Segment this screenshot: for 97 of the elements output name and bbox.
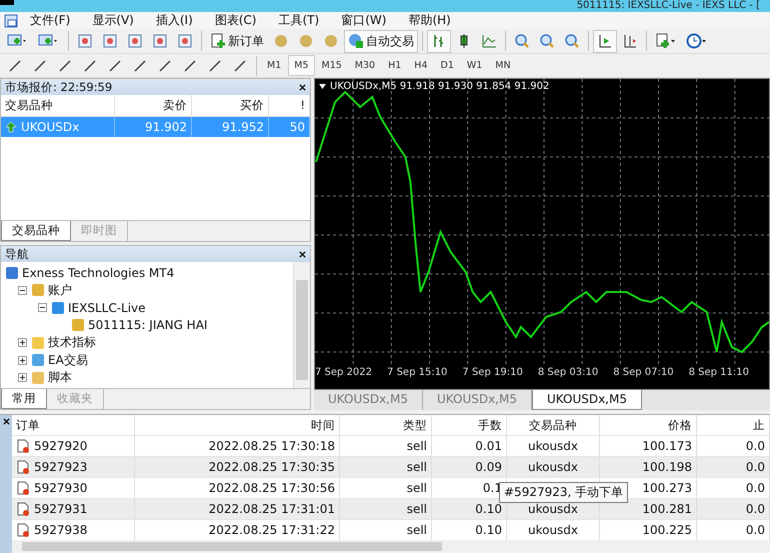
- bar-chart-icon[interactable]: [427, 30, 451, 53]
- autoscroll-icon[interactable]: [593, 30, 617, 53]
- table-cell: 2022.08.25 17:31:01: [135, 499, 340, 519]
- indicators-icon: [31, 336, 45, 350]
- chart-header: UKOUSDx,M5 91.918 91.930 91.854 91.902: [330, 81, 550, 92]
- timeframe-button[interactable]: M15: [316, 55, 348, 76]
- new-order-button[interactable]: 新订单: [206, 30, 268, 53]
- tree-item[interactable]: 账户: [48, 282, 72, 299]
- accounts-icon: [31, 283, 45, 298]
- menu-item[interactable]: 显示(V): [82, 12, 144, 30]
- spread-value: 50: [269, 117, 310, 137]
- time-label: 7 Sep 2022: [315, 367, 372, 380]
- timeframe-button[interactable]: M5: [288, 55, 314, 76]
- menu-item[interactable]: 图表(C): [204, 12, 266, 30]
- column-header[interactable]: 交易品种: [1, 95, 115, 116]
- tree-item[interactable]: EA交易: [48, 352, 88, 369]
- column-header[interactable]: 手数: [432, 415, 507, 436]
- time-label: 8 Sep 03:10: [538, 367, 598, 380]
- timeframe-button[interactable]: D1: [434, 55, 460, 76]
- table-cell: 5927930: [34, 481, 88, 495]
- collapse-icon[interactable]: [38, 303, 47, 312]
- table-cell: 5927938: [34, 523, 88, 537]
- table-cell: 2022.08.25 17:30:35: [135, 457, 340, 477]
- table-cell: ukousdx: [507, 457, 600, 477]
- tooltip: #5927923, 手动下单: [499, 482, 628, 503]
- order-icon: [16, 460, 30, 474]
- chart-tab[interactable]: UKOUSDx,M5: [314, 390, 423, 410]
- expand-icon[interactable]: [18, 338, 27, 348]
- time-label: 8 Sep 07:10: [613, 367, 674, 380]
- new-order-icon: [210, 33, 226, 50]
- column-header[interactable]: 订单: [12, 415, 135, 436]
- time-label: 7 Sep 15:10: [387, 367, 448, 380]
- table-cell: 0.0: [697, 457, 770, 477]
- column-header[interactable]: 交易品种: [507, 415, 600, 436]
- column-header[interactable]: 止: [697, 415, 770, 436]
- timeframe-button[interactable]: H4: [408, 55, 434, 76]
- menu-item[interactable]: 工具(T): [268, 12, 330, 30]
- close-icon[interactable]: [299, 250, 306, 258]
- tree-item[interactable]: 5011115: JIANG HAI: [88, 318, 208, 332]
- panel-title: 市场报价: 22:59:59: [5, 80, 112, 94]
- column-header[interactable]: 卖价: [115, 95, 192, 116]
- experts-icon: [31, 353, 45, 368]
- tree-item[interactable]: 技术指标: [48, 334, 96, 352]
- ask-price: 91.952: [192, 117, 269, 137]
- order-icon: [16, 481, 30, 495]
- menu-item[interactable]: 插入(I): [146, 12, 203, 30]
- tree-item[interactable]: IEXSLLC-Live: [68, 300, 146, 315]
- order-icon: [16, 439, 30, 453]
- time-label: 7 Sep 19:10: [462, 367, 523, 380]
- dropdown-icon[interactable]: [319, 84, 326, 89]
- table-cell: sell: [340, 457, 432, 477]
- column-header[interactable]: 买价: [192, 95, 269, 116]
- menu-item[interactable]: 文件(F): [20, 12, 80, 30]
- scrollbar[interactable]: [12, 540, 770, 553]
- window-title: 5011115: IEXSLLC-Live - IEXS LLC - [: [576, 0, 761, 12]
- panel-tab[interactable]: 常用: [1, 389, 47, 409]
- user-icon: [71, 318, 85, 332]
- column-header[interactable]: 时间: [135, 415, 340, 436]
- order-icon: [16, 523, 30, 537]
- chart-tab[interactable]: UKOUSDx,M5: [532, 390, 642, 410]
- table-cell: 100.198: [600, 457, 697, 477]
- timeframe-button[interactable]: H1: [382, 55, 408, 76]
- close-icon[interactable]: [299, 84, 306, 90]
- timeframe-button[interactable]: M1: [261, 55, 288, 76]
- timeframe-button[interactable]: M30: [348, 55, 382, 76]
- scrollbar[interactable]: [293, 262, 310, 388]
- symbol-name: UKOUSDx: [21, 120, 80, 134]
- scripts-icon: [31, 370, 45, 385]
- close-icon[interactable]: [2, 418, 10, 425]
- column-header[interactable]: !: [269, 95, 310, 116]
- bid-price: 91.902: [115, 117, 192, 137]
- server-icon: [51, 300, 65, 315]
- table-cell: 5927920: [34, 439, 88, 453]
- table-cell: 5927923: [34, 460, 88, 474]
- robot-icon: [348, 33, 364, 50]
- table-cell: 5927931: [34, 502, 88, 516]
- expand-icon[interactable]: [18, 373, 27, 382]
- collapse-icon[interactable]: [18, 286, 27, 295]
- arrow-up-icon: [5, 121, 17, 133]
- tree-item[interactable]: Exness Technologies MT4: [22, 266, 174, 280]
- timeframe-button[interactable]: MN: [489, 55, 517, 76]
- table-cell: sell: [340, 499, 432, 519]
- table-cell: 0.0: [697, 499, 770, 519]
- menu-item[interactable]: 帮助(H): [398, 12, 461, 30]
- column-header[interactable]: 类型: [340, 415, 432, 436]
- panel-tab[interactable]: 交易品种: [1, 221, 71, 241]
- time-label: 8 Sep 11:10: [688, 367, 749, 380]
- auto-trading-button[interactable]: 自动交易: [344, 30, 418, 53]
- column-header[interactable]: 价格: [600, 415, 697, 436]
- timeframe-button[interactable]: W1: [460, 55, 488, 76]
- tree-item[interactable]: 脚本: [48, 369, 72, 386]
- expand-icon[interactable]: [18, 356, 27, 365]
- table-cell: 0.09: [432, 457, 507, 477]
- menu-item[interactable]: 窗口(W): [331, 12, 396, 30]
- panel-title: 导航: [5, 246, 29, 262]
- order-icon: [16, 502, 30, 516]
- root-icon: [5, 266, 19, 280]
